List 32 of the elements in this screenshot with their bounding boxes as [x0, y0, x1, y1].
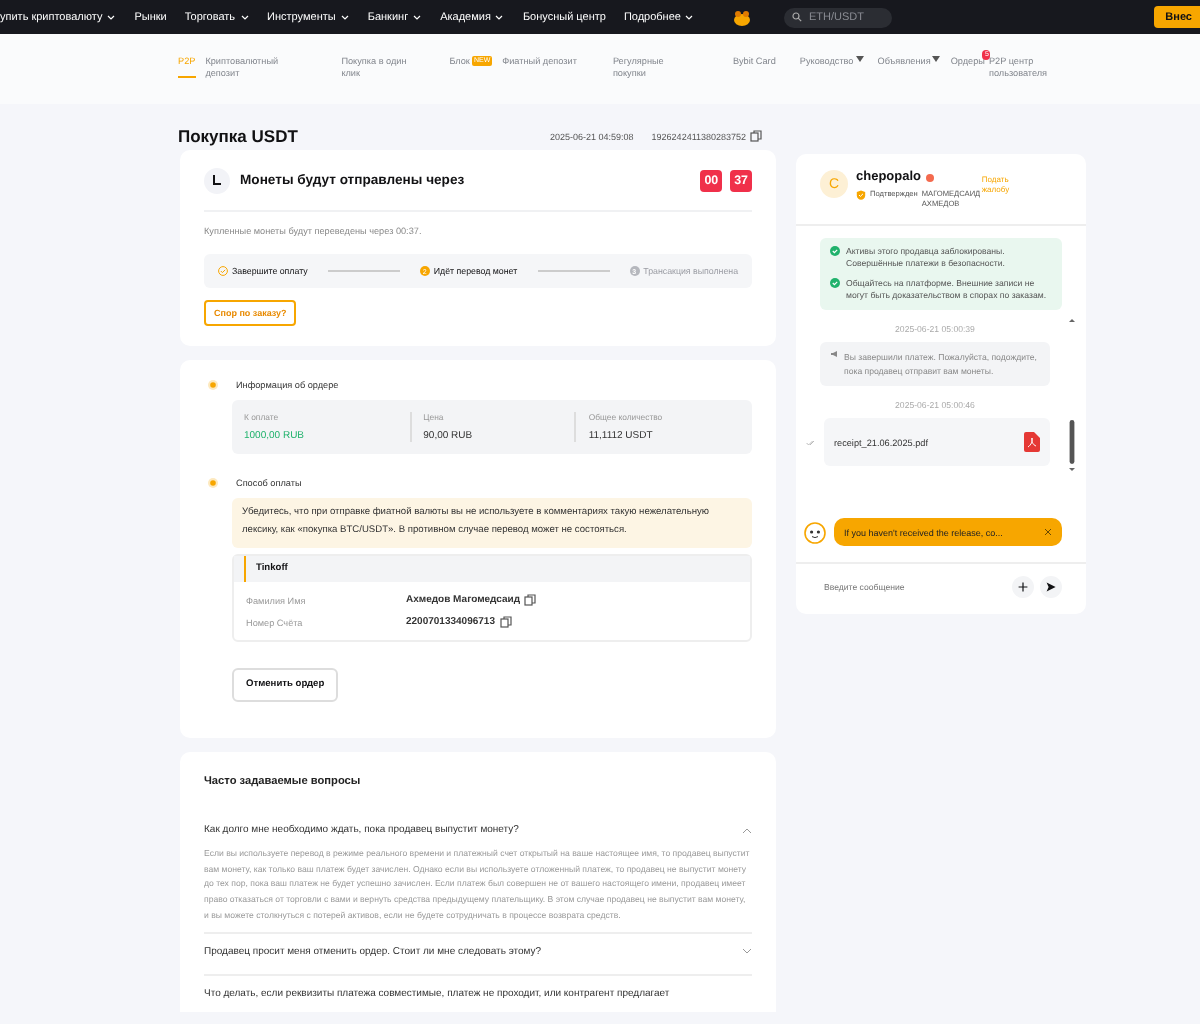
- bullet-icon: [208, 380, 218, 390]
- caret-icon: [684, 13, 695, 21]
- send-icon: [1046, 582, 1056, 592]
- caret-icon: [932, 56, 941, 62]
- search-icon: [792, 12, 803, 22]
- caret-icon: [855, 56, 864, 62]
- attach-button[interactable]: [1012, 576, 1034, 598]
- check-circle-icon: [218, 266, 228, 276]
- page-title: Покупка USDT: [178, 126, 300, 146]
- copy-icon: [524, 594, 537, 606]
- double-check-icon: [806, 439, 816, 445]
- badge-icon: [925, 173, 934, 181]
- caret-icon: [239, 13, 250, 21]
- close-icon: [1044, 528, 1052, 536]
- caret-icon: [412, 13, 423, 21]
- robot-avatar-icon: [802, 520, 828, 544]
- shield-check-icon: [856, 190, 866, 200]
- megaphone-icon: [830, 350, 840, 358]
- plus-icon: [1018, 582, 1028, 592]
- chevron-down-icon: [742, 948, 752, 955]
- send-button[interactable]: [1040, 576, 1062, 598]
- caret-icon: [106, 13, 117, 21]
- copy-icon: [499, 616, 511, 628]
- copy-icon: [750, 130, 763, 142]
- caret-icon: [494, 13, 505, 21]
- clock-icon: [204, 168, 230, 194]
- check-circle-icon: [830, 278, 840, 288]
- caret-icon: [339, 13, 350, 21]
- bullet-icon: [208, 478, 218, 488]
- chevron-up-icon: [742, 827, 752, 833]
- check-circle-icon: [830, 246, 840, 256]
- pdf-file-icon: [1024, 432, 1040, 452]
